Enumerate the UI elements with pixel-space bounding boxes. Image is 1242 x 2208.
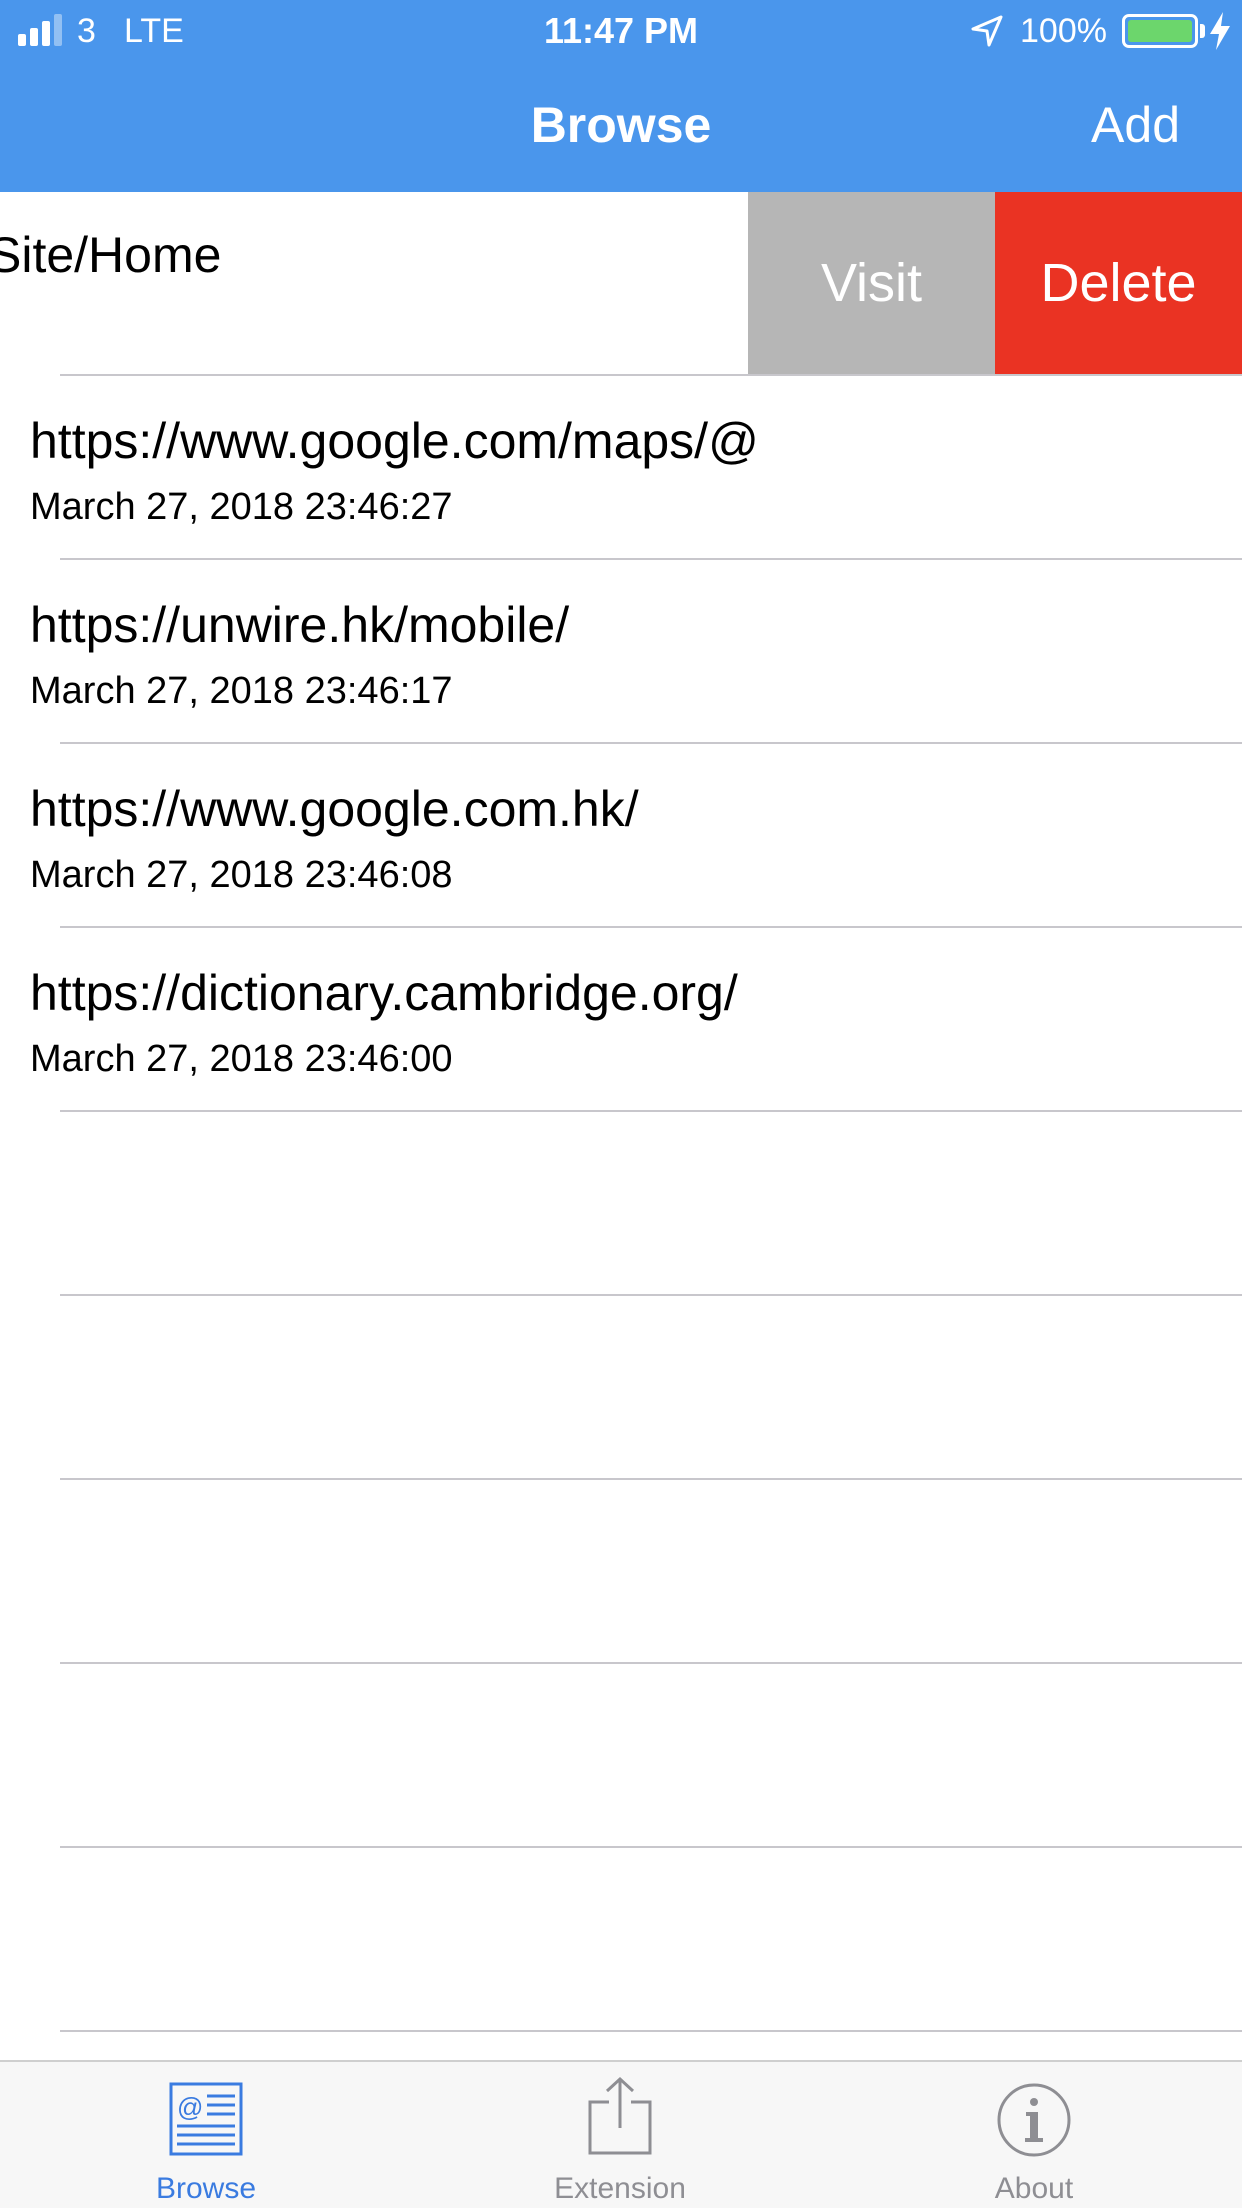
- page-title: Browse: [530, 97, 712, 153]
- list-item-url: https://www.google.com.hk/: [30, 781, 639, 837]
- visit-button[interactable]: Visit: [748, 192, 995, 374]
- location-arrow-icon: [971, 15, 1003, 47]
- battery-percentage: 100%: [1020, 12, 1107, 50]
- list-item-date: March 27, 2018 23:46:17: [30, 670, 453, 712]
- list-item-swiped[interactable]: Site/Home Visit Delete: [0, 192, 1242, 376]
- tab-about-label: About: [994, 2172, 1074, 2205]
- tab-extension-label: Extension: [554, 2172, 686, 2205]
- svg-text:@: @: [177, 2092, 203, 2122]
- empty-row: [0, 1664, 1242, 1848]
- list-item-url: https://unwire.hk/mobile/: [30, 597, 570, 653]
- empty-row: [0, 1480, 1242, 1664]
- tab-browse[interactable]: @ Browse: [86, 2062, 326, 2208]
- list-item-url: https://dictionary.cambridge.org/: [30, 965, 738, 1021]
- list-item-url: Site/Home: [0, 227, 222, 283]
- add-button[interactable]: Add: [1091, 96, 1180, 154]
- empty-row: [0, 1848, 1242, 2032]
- list-item[interactable]: https://unwire.hk/mobile/ March 27, 2018…: [0, 560, 1242, 744]
- row-divider: [60, 2030, 1242, 2032]
- battery-tip: [1200, 24, 1205, 38]
- battery-icon: [1122, 14, 1198, 48]
- share-icon: [588, 2076, 652, 2155]
- history-list: Site/Home Visit Delete https://www.googl…: [0, 192, 1242, 2032]
- list-item[interactable]: https://dictionary.cambridge.org/ March …: [0, 928, 1242, 1112]
- list-item-date: March 27, 2018 23:46:00: [30, 1038, 453, 1080]
- empty-row: [0, 1296, 1242, 1480]
- charging-bolt-icon: [1210, 12, 1230, 50]
- tab-browse-label: Browse: [155, 2172, 257, 2205]
- tab-bar: @ Browse Extension About: [0, 2060, 1242, 2208]
- tab-extension[interactable]: Extension: [500, 2062, 740, 2208]
- navigation-header: 3 LTE 11:47 PM 100% Browse Add: [0, 0, 1242, 192]
- list-item[interactable]: https://www.google.com.hk/ March 27, 201…: [0, 744, 1242, 928]
- tab-about[interactable]: About: [914, 2062, 1154, 2208]
- list-item-date: March 27, 2018 23:46:08: [30, 854, 453, 896]
- info-icon: [997, 2083, 1071, 2157]
- browse-icon: @: [169, 2082, 243, 2156]
- list-item-url: https://www.google.com/maps/@: [30, 413, 759, 469]
- empty-row: [0, 1112, 1242, 1296]
- list-item-date: March 27, 2018 23:46:27: [30, 486, 453, 528]
- list-item[interactable]: https://www.google.com/maps/@ March 27, …: [0, 376, 1242, 560]
- delete-button[interactable]: Delete: [995, 192, 1242, 374]
- status-bar: 3 LTE 11:47 PM 100%: [0, 0, 1242, 60]
